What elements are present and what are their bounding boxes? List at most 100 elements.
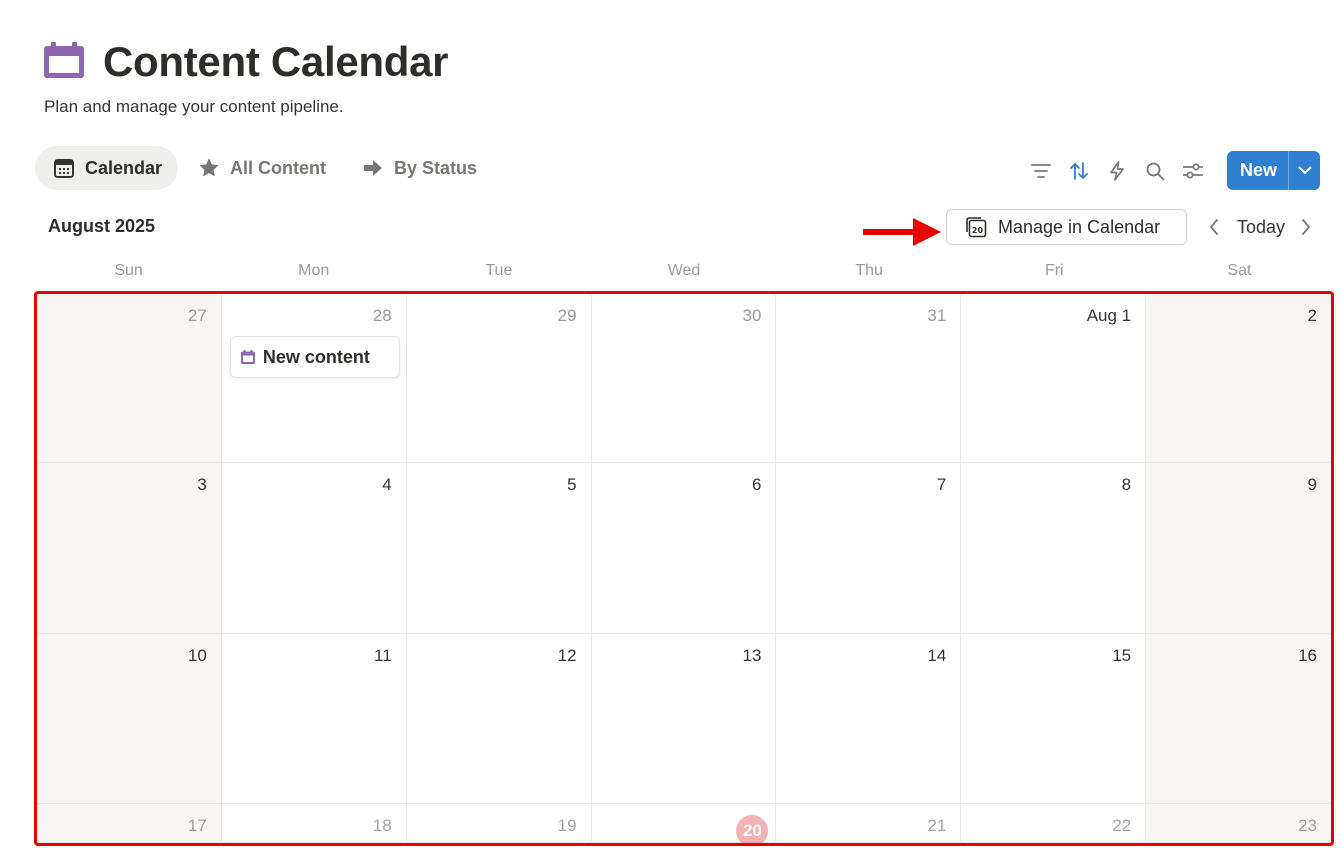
tab-label: Calendar bbox=[85, 157, 163, 178]
day-number: 9 bbox=[1307, 475, 1317, 494]
manage-in-calendar-button[interactable]: 20 Manage in Calendar bbox=[946, 209, 1187, 245]
day-number: 11 bbox=[374, 646, 392, 665]
day-number: 10 bbox=[187, 646, 207, 665]
calendar-day-cell[interactable]: 10 bbox=[37, 634, 222, 804]
day-number: 28 bbox=[372, 306, 392, 325]
lightning-icon[interactable] bbox=[1103, 157, 1131, 185]
calendar-day-cell[interactable]: 21 bbox=[776, 804, 962, 843]
weekday-label: Fri bbox=[1044, 262, 1064, 279]
day-number: 14 bbox=[927, 646, 947, 665]
manage-label: Manage in Calendar bbox=[998, 216, 1161, 237]
day-number: 29 bbox=[557, 306, 577, 325]
month-label: August 2025 bbox=[48, 216, 156, 236]
day-number: 21 bbox=[927, 816, 947, 835]
calendar-day-cell[interactable]: 4 bbox=[221, 463, 407, 634]
date-navigation: Today bbox=[1203, 213, 1317, 241]
calendar-day-cell[interactable]: 23 bbox=[1146, 804, 1331, 843]
svg-text:20: 20 bbox=[972, 226, 984, 235]
calendar-day-cell[interactable]: 16 bbox=[1146, 634, 1331, 804]
day-number: 19 bbox=[557, 816, 577, 835]
day-number: 27 bbox=[187, 306, 207, 325]
page-description: Plan and manage your content pipeline. bbox=[44, 97, 344, 116]
day-number: 23 bbox=[1298, 816, 1317, 835]
tab-calendar[interactable]: Calendar bbox=[35, 146, 179, 190]
settings-sliders-icon[interactable] bbox=[1179, 157, 1207, 185]
calendar-day-cell[interactable]: 13 bbox=[591, 634, 777, 804]
chevron-right-icon[interactable] bbox=[1295, 213, 1317, 241]
calendar-icon bbox=[44, 42, 84, 78]
calendar-day-cell[interactable]: 18 bbox=[221, 804, 407, 843]
calendar-day-cell[interactable]: 17 bbox=[37, 804, 222, 843]
event-card[interactable]: New content bbox=[229, 336, 400, 378]
today-day-number: 20 bbox=[736, 815, 769, 843]
day-number: 22 bbox=[1112, 816, 1132, 835]
calendar-day-cell[interactable]: 6 bbox=[591, 463, 777, 634]
calendar-day-cell[interactable]: 9 bbox=[1146, 463, 1331, 634]
new-button[interactable]: New bbox=[1226, 151, 1320, 190]
chevron-down-icon[interactable] bbox=[1288, 151, 1320, 190]
calendar-icon bbox=[240, 350, 255, 364]
arrow-right-icon bbox=[362, 157, 384, 179]
chevron-left-icon[interactable] bbox=[1203, 213, 1225, 241]
calendar-day-cell[interactable]: 19 bbox=[406, 804, 592, 843]
calendar-day-cell[interactable]: 20 bbox=[591, 804, 777, 843]
weekday-label: Sun bbox=[114, 262, 143, 279]
day-number: 18 bbox=[372, 816, 392, 835]
day-number: 2 bbox=[1307, 306, 1317, 325]
weekday-label: Tue bbox=[485, 262, 513, 279]
view-tabs: Calendar All Content By Status bbox=[35, 146, 495, 190]
weekday-label: Thu bbox=[855, 262, 883, 279]
weekday-label: Wed bbox=[667, 262, 701, 279]
calendar-day-cell[interactable]: 12 bbox=[406, 634, 592, 804]
day-number: 17 bbox=[187, 816, 207, 835]
new-button-label[interactable]: New bbox=[1227, 151, 1288, 190]
calendar-day-cell[interactable]: 7 bbox=[776, 463, 962, 634]
calendar-day-cell[interactable]: 22 bbox=[961, 804, 1147, 843]
day-number: 4 bbox=[382, 475, 392, 494]
filter-icon[interactable] bbox=[1027, 157, 1055, 185]
star-icon bbox=[198, 157, 220, 179]
calendar-day-cell[interactable]: 29 bbox=[406, 294, 592, 463]
day-number: 30 bbox=[742, 306, 762, 325]
weekday-header: Sun Mon Tue Wed Thu Fri Sat bbox=[36, 262, 1332, 280]
page-title: Content Calendar bbox=[103, 38, 449, 85]
day-number: 31 bbox=[927, 306, 947, 325]
today-button[interactable]: Today bbox=[1237, 217, 1285, 238]
sort-icon[interactable] bbox=[1065, 157, 1093, 185]
day-number: 7 bbox=[936, 475, 947, 494]
tab-label: By Status bbox=[394, 157, 478, 178]
tab-by-status[interactable]: By Status bbox=[344, 146, 493, 190]
day-number: 3 bbox=[197, 475, 207, 494]
database-toolbar: New bbox=[1017, 151, 1320, 190]
calendar-day-cell[interactable]: 2 bbox=[1146, 294, 1331, 463]
tab-label: All Content bbox=[230, 157, 327, 178]
weekday-label: Mon bbox=[298, 262, 330, 279]
calendar-day-cell[interactable]: 31 bbox=[776, 294, 962, 463]
calendar-day-cell[interactable]: 11 bbox=[221, 634, 407, 804]
day-number: 13 bbox=[742, 646, 762, 665]
day-number: 6 bbox=[751, 475, 762, 494]
day-number: 16 bbox=[1298, 646, 1317, 665]
search-icon[interactable] bbox=[1141, 157, 1169, 185]
tab-all-content[interactable]: All Content bbox=[180, 146, 342, 190]
weekday-label: Sat bbox=[1227, 262, 1252, 279]
calendar-icon bbox=[53, 157, 75, 179]
calendar-day-cell[interactable]: 28 New content bbox=[221, 294, 407, 463]
day-number: Aug 1 bbox=[1086, 306, 1132, 325]
calendar-app-icon: 20 bbox=[965, 216, 987, 238]
calendar-day-cell[interactable]: 3 bbox=[37, 463, 222, 634]
annotation-arrow bbox=[863, 218, 941, 246]
event-title: New content bbox=[262, 346, 370, 367]
calendar-day-cell[interactable]: 15 bbox=[961, 634, 1147, 804]
calendar-day-cell[interactable]: 8 bbox=[961, 463, 1147, 634]
day-number: 5 bbox=[567, 475, 577, 494]
calendar-grid: 27 28 New content 29 30 31 Aug 1 2 3 4 5… bbox=[37, 294, 1331, 843]
calendar-day-cell[interactable]: 5 bbox=[406, 463, 592, 634]
day-number: 15 bbox=[1112, 646, 1132, 665]
day-number: 12 bbox=[557, 646, 577, 665]
calendar-day-cell[interactable]: 27 bbox=[37, 294, 222, 463]
calendar-day-cell[interactable]: 14 bbox=[776, 634, 962, 804]
calendar-day-cell[interactable]: 30 bbox=[591, 294, 777, 463]
day-number: 8 bbox=[1121, 475, 1132, 494]
calendar-day-cell[interactable]: Aug 1 bbox=[961, 294, 1147, 463]
